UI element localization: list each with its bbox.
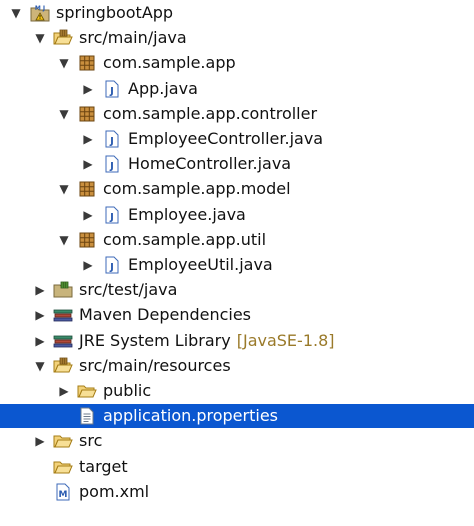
tree-item-homecontroller-java[interactable]: ▶ J HomeController.java (0, 152, 474, 176)
tree-item-pkg-model[interactable]: ▼ com.sample.app.model (0, 177, 474, 201)
tree-item-label: src (79, 431, 103, 451)
tree-item-label: Employee.java (128, 204, 246, 224)
tree-item-pkg-controller[interactable]: ▼ com.sample.app.controller (0, 102, 474, 126)
chevron-down-icon[interactable]: ▼ (8, 1, 24, 25)
chevron-down-icon[interactable]: ▼ (56, 228, 72, 252)
tree-item-label: EmployeeUtil.java (128, 255, 273, 274)
svg-text:J: J (109, 262, 114, 273)
library-icon (53, 306, 73, 324)
tree-item-springbootapp[interactable]: ▼ M J springbootApp (0, 1, 474, 25)
tree-item-label: src/test/java (79, 280, 178, 300)
tree-item-employeecontroller-java[interactable]: ▶ J EmployeeController.java (0, 127, 474, 151)
tree-item-src-main-resources[interactable]: ▼ src/main/resources (0, 354, 474, 378)
tree-item-label: springbootApp (56, 3, 174, 22)
package-icon (77, 180, 97, 198)
tree-item-label: com.sample.app (103, 53, 236, 73)
chevron-right-icon[interactable]: ▶ (80, 253, 96, 277)
chevron-right-icon[interactable]: ▶ (80, 127, 96, 151)
tree-item-src-main-java[interactable]: ▼ src/main/java (0, 26, 474, 50)
tree-item-decoration: [JavaSE-1.8] (236, 330, 335, 350)
java-file-icon: J (102, 206, 122, 224)
svg-text:J: J (109, 212, 114, 223)
java-file-icon: J (102, 80, 122, 98)
tree-item-maven-dependencies[interactable]: ▶ Maven Dependencies (0, 303, 474, 327)
library-icon (53, 332, 73, 350)
project-explorer-tree: ▼ M JspringbootApp ▼ src/main/java ▼ com.samp… (0, 0, 474, 526)
tree-item-pkg-com-sample-app[interactable]: ▼ com.sample.app (0, 51, 474, 75)
tree-item-label: com.sample.app.controller (103, 103, 318, 123)
svg-text:J: J (109, 136, 114, 147)
chevron-down-icon[interactable]: ▼ (56, 177, 72, 201)
maven-project-icon: M J (30, 4, 50, 22)
chevron-right-icon[interactable]: ▶ (32, 303, 48, 327)
folder-open-icon (77, 382, 97, 400)
tree-item-label: public (103, 381, 152, 400)
svg-text:M J: M J (35, 5, 45, 12)
tree-item-label: com.sample.app.model (103, 179, 291, 199)
tree-item-label: App.java (128, 78, 198, 98)
chevron-right-icon[interactable]: ▶ (80, 203, 96, 227)
source-folder-icon (53, 281, 73, 299)
tree-item-label: pom.xml (79, 481, 150, 501)
source-folder-open-icon (53, 357, 73, 375)
tree-item-src-folder[interactable]: ▶ src (0, 429, 474, 453)
folder-open-icon (53, 432, 73, 450)
package-icon (77, 105, 97, 123)
tree-item-label: src/main/java (79, 28, 187, 48)
java-file-icon: J (102, 256, 122, 274)
svg-text:J: J (109, 161, 114, 172)
tree-item-label: com.sample.app.util (103, 229, 267, 249)
tree-item-label: EmployeeController.java (128, 129, 324, 148)
tree-item-label: Maven Dependencies (79, 305, 252, 325)
tree-item-label: HomeController.java (128, 154, 292, 174)
tree-item-label: target (79, 456, 128, 476)
tree-item-app-java[interactable]: ▶ J App.java (0, 77, 474, 101)
svg-text:J: J (109, 86, 114, 97)
source-folder-open-icon (53, 29, 73, 47)
package-icon (77, 231, 97, 249)
tree-item-application-properties[interactable]: application.properties (0, 404, 474, 429)
chevron-right-icon[interactable]: ▶ (32, 278, 48, 302)
tree-item-label: src/main/resources (79, 355, 231, 375)
java-file-icon: J (102, 130, 122, 148)
chevron-right-icon[interactable]: ▶ (80, 152, 96, 176)
tree-item-label: JRE System Library [JavaSE-1.8] (79, 330, 335, 350)
maven-pom-icon: M (53, 483, 73, 501)
java-file-icon: J (102, 155, 122, 173)
svg-text:M: M (59, 490, 68, 500)
chevron-right-icon[interactable]: ▶ (80, 77, 96, 101)
tree-item-jre-system-library[interactable]: ▶ JRE System Library [JavaSE-1.8] (0, 329, 474, 353)
properties-file-icon (77, 407, 97, 425)
folder-open-icon (53, 458, 73, 476)
chevron-right-icon[interactable]: ▶ (32, 429, 48, 453)
chevron-right-icon[interactable]: ▶ (32, 329, 48, 353)
tree-item-public-folder[interactable]: ▶ public (0, 379, 474, 403)
tree-item-pkg-util[interactable]: ▼ com.sample.app.util (0, 228, 474, 252)
tree-item-employee-java[interactable]: ▶ J Employee.java (0, 203, 474, 227)
tree-item-src-test-java[interactable]: ▶ src/test/java (0, 278, 474, 302)
chevron-down-icon[interactable]: ▼ (56, 51, 72, 75)
package-icon (77, 54, 97, 72)
chevron-right-icon[interactable]: ▶ (56, 379, 72, 403)
chevron-down-icon[interactable]: ▼ (32, 26, 48, 50)
chevron-down-icon[interactable]: ▼ (56, 102, 72, 126)
tree-item-employeeutil-java[interactable]: ▶ J EmployeeUtil.java (0, 253, 474, 277)
chevron-down-icon[interactable]: ▼ (32, 354, 48, 378)
tree-item-target-folder[interactable]: target (0, 455, 474, 479)
tree-item-pom-xml[interactable]: Mpom.xml (0, 480, 474, 504)
tree-item-label: application.properties (103, 406, 278, 426)
